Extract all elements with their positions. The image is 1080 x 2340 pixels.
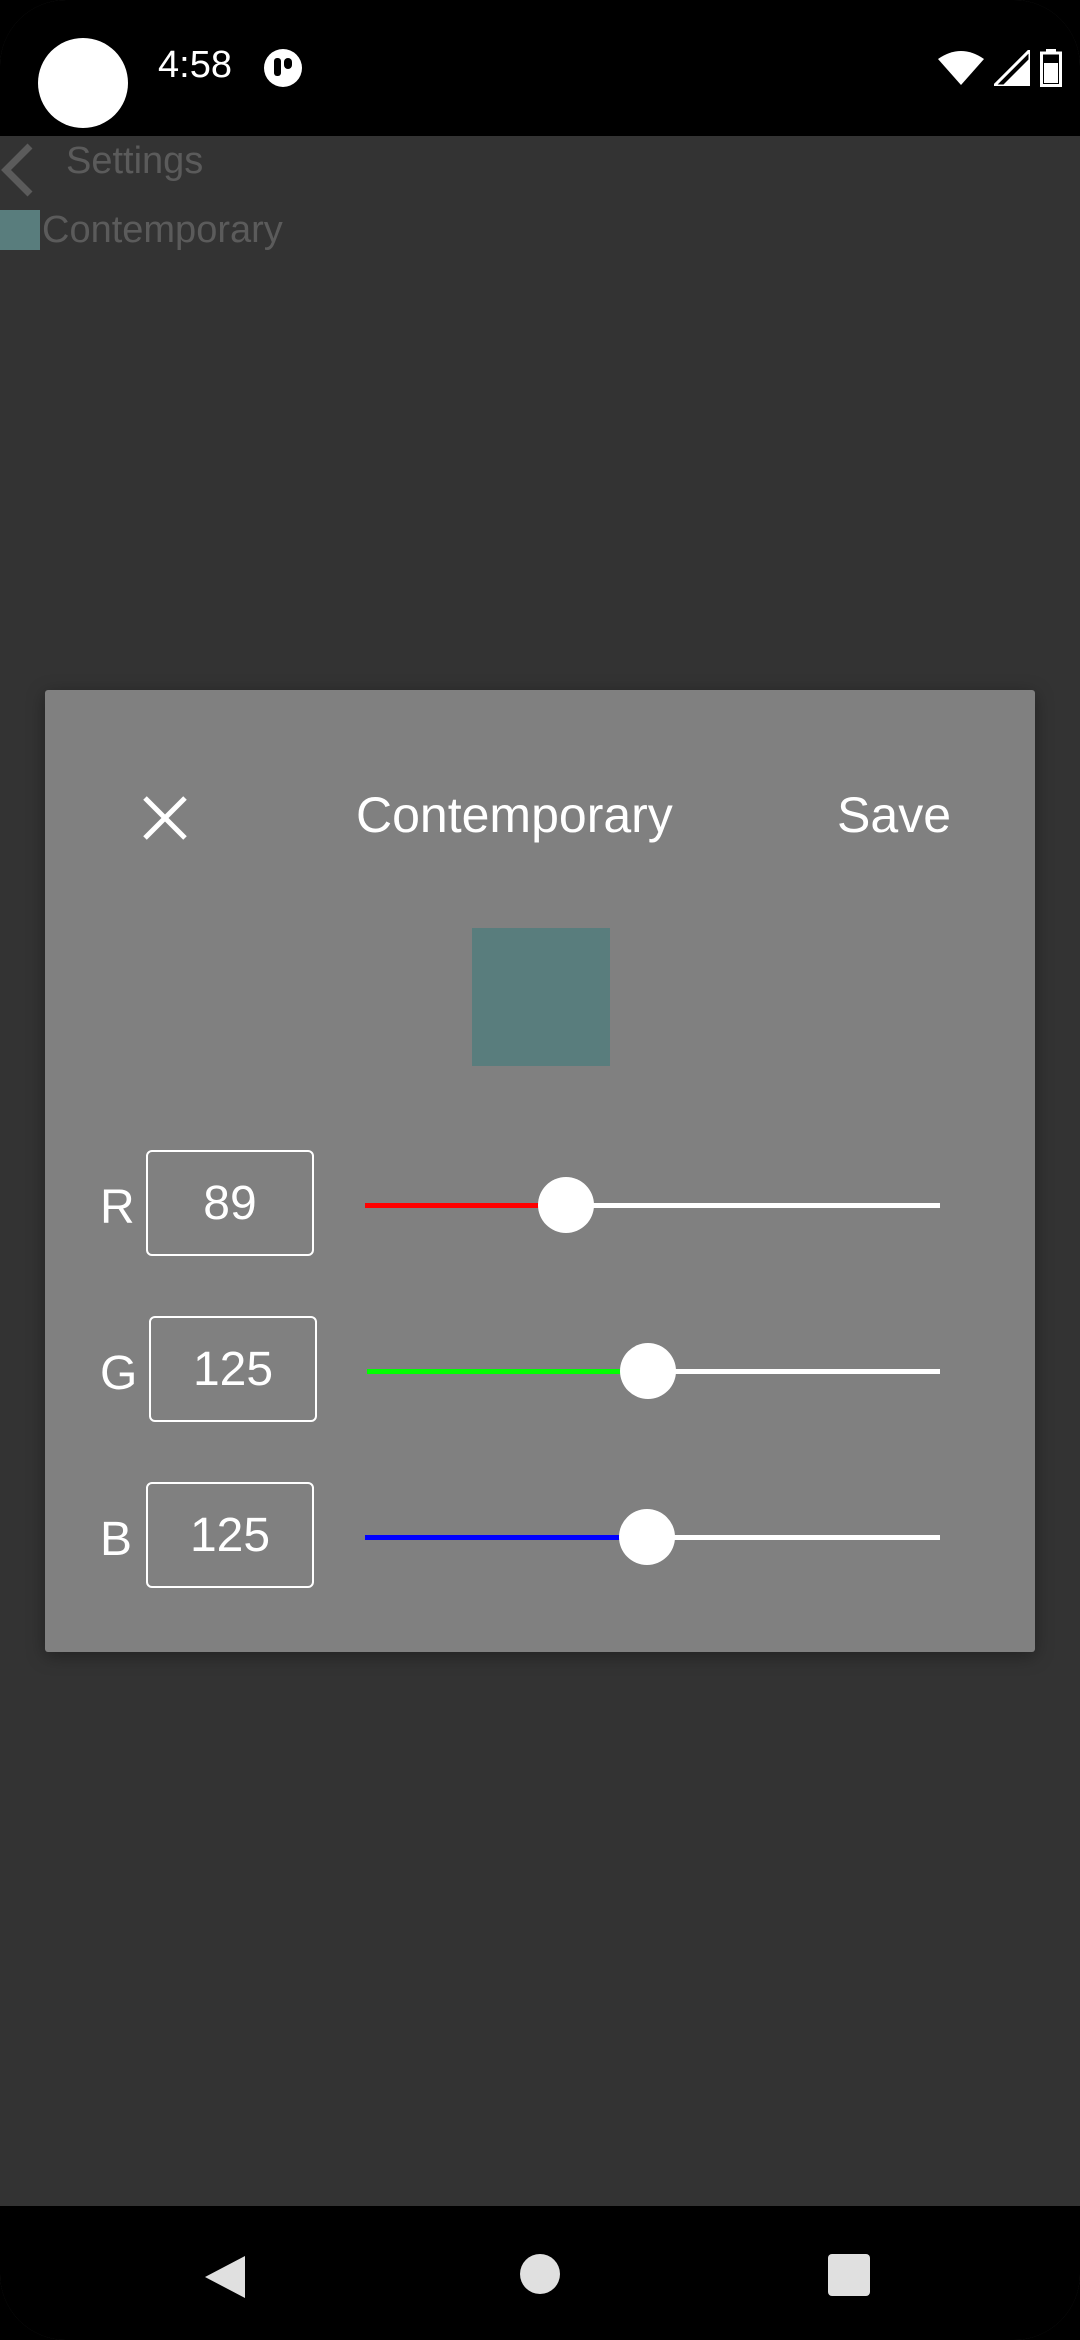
recents-icon[interactable] <box>828 2254 870 2296</box>
channel-row-b: B 125 <box>45 1482 1035 1592</box>
status-icons <box>938 48 1062 88</box>
channel-input-g[interactable]: 125 <box>149 1316 317 1422</box>
theme-color-swatch <box>0 210 40 250</box>
screen: Settings Contemporary 4:58 Contemporary … <box>0 0 1080 2340</box>
home-icon[interactable] <box>520 2254 560 2294</box>
channel-slider-b[interactable] <box>365 1509 940 1565</box>
slider-fill <box>367 1369 648 1374</box>
slider-fill <box>365 1535 647 1540</box>
battery-icon <box>1040 49 1062 87</box>
app-indicator-icon <box>264 49 302 87</box>
channel-row-r: R 89 <box>45 1150 1035 1260</box>
back-icon[interactable] <box>201 2254 247 2300</box>
slider-thumb[interactable] <box>619 1343 676 1399</box>
channel-label-g: G <box>100 1347 138 1400</box>
slider-thumb[interactable] <box>618 1509 675 1565</box>
color-picker-dialog: Contemporary Save R 89 G 125 B 125 <box>45 690 1035 1652</box>
slider-thumb[interactable] <box>537 1177 594 1233</box>
settings-title: Settings <box>66 140 204 182</box>
status-time: 4:58 <box>158 44 232 86</box>
channel-label-b: B <box>100 1513 133 1566</box>
dialog-title: Contemporary <box>356 787 673 843</box>
theme-list-item[interactable]: Contemporary <box>0 204 283 256</box>
chevron-left-icon[interactable] <box>0 142 40 198</box>
save-button[interactable]: Save <box>837 786 951 844</box>
color-preview <box>472 928 610 1066</box>
theme-name: Contemporary <box>42 208 283 251</box>
channel-input-r[interactable]: 89 <box>146 1150 314 1256</box>
channel-slider-r[interactable] <box>365 1177 940 1233</box>
close-icon[interactable] <box>135 788 195 848</box>
status-bar: 4:58 <box>0 0 1080 136</box>
channel-row-g: G 125 <box>45 1316 1035 1426</box>
channel-slider-g[interactable] <box>367 1343 940 1399</box>
navigation-bar <box>0 2206 1080 2340</box>
slider-fill <box>365 1203 566 1208</box>
channel-label-r: R <box>100 1181 135 1234</box>
wifi-icon <box>938 51 984 85</box>
channel-input-b[interactable]: 125 <box>146 1482 314 1588</box>
camera-cutout <box>38 38 128 128</box>
signal-icon <box>994 50 1030 86</box>
